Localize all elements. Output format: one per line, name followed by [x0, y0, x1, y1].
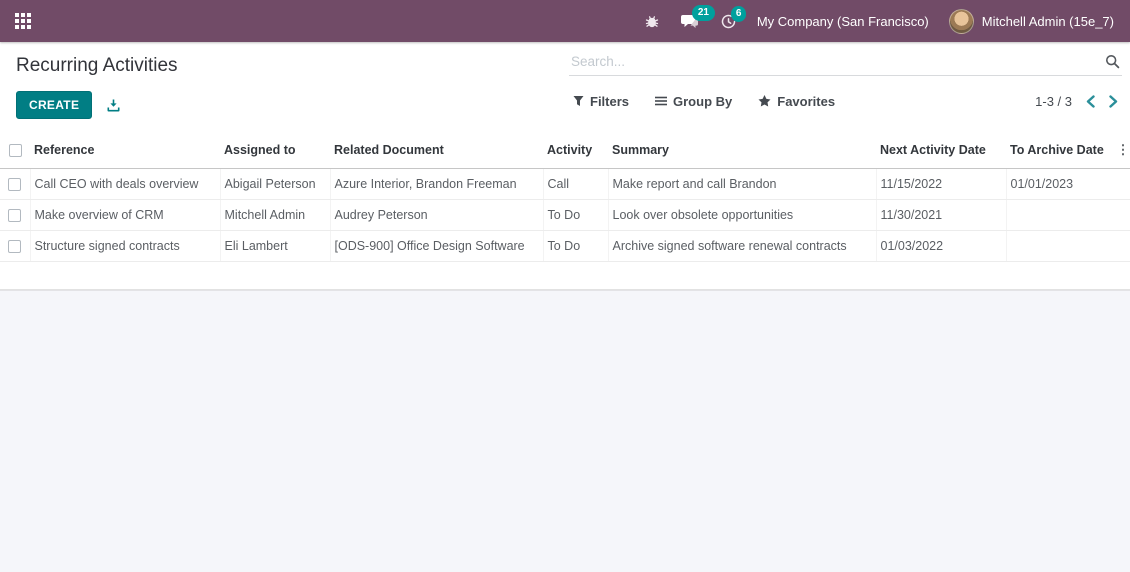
column-header-to-archive-date[interactable]: To Archive Date	[1006, 132, 1116, 169]
debug-mode-button[interactable]	[644, 13, 660, 29]
cell-assigned-to[interactable]: Eli Lambert	[219, 230, 330, 262]
page: 21 6 My Company (San Francisco) Mitchell…	[0, 0, 1130, 572]
bug-icon	[645, 16, 658, 28]
magnifier-icon	[1105, 54, 1120, 69]
cell-activity[interactable]: To Do	[542, 230, 608, 262]
company-switcher[interactable]: My Company (San Francisco)	[757, 14, 929, 29]
row-select-cell[interactable]	[0, 168, 30, 200]
table-footer-space	[0, 262, 1130, 289]
cell-summary[interactable]: Make report and call Brandon	[607, 168, 876, 200]
select-all-cell[interactable]	[0, 132, 30, 169]
column-header-summary[interactable]: Summary	[608, 132, 876, 169]
cell-next-activity-date[interactable]: 01/03/2022	[875, 230, 1006, 262]
pager-range: 1-3 / 3	[1035, 93, 1072, 109]
row-select-cell[interactable]	[0, 230, 30, 262]
select-all-checkbox[interactable]	[8, 144, 22, 158]
cell-activity[interactable]: To Do	[542, 199, 608, 231]
control-panel-left: Recurring Activities CREATE	[16, 50, 569, 119]
cell-related-document[interactable]: Azure Interior, Brandon Freeman	[329, 168, 543, 200]
filters-label: Filters	[590, 93, 630, 109]
cell-activity[interactable]: Call	[542, 168, 608, 200]
table-header-row: Reference Assigned to Related Document A…	[0, 132, 1130, 169]
column-header-reference[interactable]: Reference	[30, 132, 220, 169]
user-avatar	[948, 8, 974, 34]
favorites-button[interactable]: Favorites	[758, 94, 835, 109]
table-body: Call CEO with deals overview Abigail Pete…	[0, 168, 1130, 262]
list-view: Reference Assigned to Related Document A…	[0, 132, 1130, 262]
pager-previous-button[interactable]	[1086, 94, 1095, 108]
control-panel: Recurring Activities CREATE Search... Fi…	[0, 42, 1130, 119]
cell-reference[interactable]: Structure signed contracts	[29, 230, 220, 262]
row-end-cell	[1116, 230, 1130, 262]
export-button[interactable]	[106, 98, 121, 113]
create-button[interactable]: CREATE	[16, 91, 93, 119]
control-panel-right: Filters Group By	[569, 50, 1122, 118]
row-select-cell[interactable]	[0, 199, 30, 231]
column-header-assigned-to[interactable]: Assigned to	[220, 132, 330, 169]
cell-reference[interactable]: Make overview of CRM	[29, 199, 220, 231]
apps-grid-icon	[15, 13, 31, 29]
messages-menu-button[interactable]: 21	[680, 4, 715, 30]
top-navbar: 21 6 My Company (San Francisco) Mitchell…	[0, 0, 1130, 42]
apps-menu-button[interactable]	[0, 0, 46, 42]
content-white-area: Recurring Activities CREATE Search... Fi…	[0, 42, 1130, 290]
star-icon	[758, 95, 771, 107]
search-input[interactable]	[571, 54, 1105, 69]
column-header-next-activity-date[interactable]: Next Activity Date	[876, 132, 1006, 169]
row-end-cell	[1116, 199, 1130, 231]
cell-summary[interactable]: Look over obsolete opportunities	[607, 199, 876, 231]
chevron-right-icon	[1109, 94, 1118, 108]
cell-related-document[interactable]: [ODS-900] Office Design Software	[329, 230, 543, 262]
column-header-related-document[interactable]: Related Document	[330, 132, 543, 169]
cell-to-archive-date[interactable]	[1005, 199, 1116, 231]
table-row[interactable]: Structure signed contracts Eli Lambert [OD…	[0, 230, 1130, 262]
column-header-activity[interactable]: Activity	[543, 132, 608, 169]
cell-reference[interactable]: Call CEO with deals overview	[29, 168, 220, 200]
lines-icon	[655, 96, 668, 106]
chevron-left-icon	[1086, 94, 1095, 108]
search-bar	[569, 50, 1122, 76]
filter-group: Filters Group By Favorites	[569, 94, 835, 109]
table-row[interactable]: Make overview of CRM Mitchell Admin Audrey…	[0, 199, 1130, 231]
row-checkbox[interactable]	[8, 240, 22, 254]
table-row[interactable]: Call CEO with deals overview Abigail Pete…	[0, 168, 1130, 200]
cell-to-archive-date[interactable]	[1005, 230, 1116, 262]
action-buttons: CREATE	[16, 91, 569, 119]
optional-columns-button[interactable]: ⋮	[1116, 132, 1130, 169]
user-menu[interactable]: Mitchell Admin (15e_7)	[948, 8, 1114, 34]
download-icon	[107, 98, 120, 111]
view-controls-row: Filters Group By Favorites 1-3 / 3	[569, 88, 1122, 114]
cell-related-document[interactable]: Audrey Peterson	[329, 199, 543, 231]
activities-menu-button[interactable]: 6	[720, 5, 747, 30]
cell-assigned-to[interactable]: Abigail Peterson	[219, 168, 330, 200]
messages-count-badge: 21	[691, 4, 715, 21]
search-submit[interactable]	[1105, 54, 1120, 69]
filters-button[interactable]: Filters	[573, 94, 629, 109]
cell-to-archive-date[interactable]: 01/01/2023	[1005, 168, 1116, 200]
group-by-label: Group By	[673, 93, 733, 109]
favorites-label: Favorites	[777, 93, 836, 109]
cell-next-activity-date[interactable]: 11/30/2021	[875, 199, 1006, 231]
navbar-right: 21 6 My Company (San Francisco) Mitchell…	[644, 4, 1130, 34]
group-by-button[interactable]: Group By	[655, 94, 732, 109]
cell-assigned-to[interactable]: Mitchell Admin	[219, 199, 330, 231]
content-background	[0, 290, 1130, 572]
row-end-cell	[1116, 168, 1130, 200]
row-checkbox[interactable]	[8, 178, 22, 192]
activities-count-badge: 6	[730, 5, 747, 22]
cell-next-activity-date[interactable]: 11/15/2022	[875, 168, 1006, 200]
user-name: Mitchell Admin (15e_7)	[981, 13, 1114, 29]
pager: 1-3 / 3	[1035, 94, 1122, 109]
page-title: Recurring Activities	[16, 55, 178, 76]
records-table: Reference Assigned to Related Document A…	[0, 132, 1130, 262]
funnel-icon	[573, 96, 584, 106]
pager-next-button[interactable]	[1109, 94, 1118, 108]
cell-summary[interactable]: Archive signed software renewal contract…	[607, 230, 876, 262]
row-checkbox[interactable]	[8, 209, 22, 223]
